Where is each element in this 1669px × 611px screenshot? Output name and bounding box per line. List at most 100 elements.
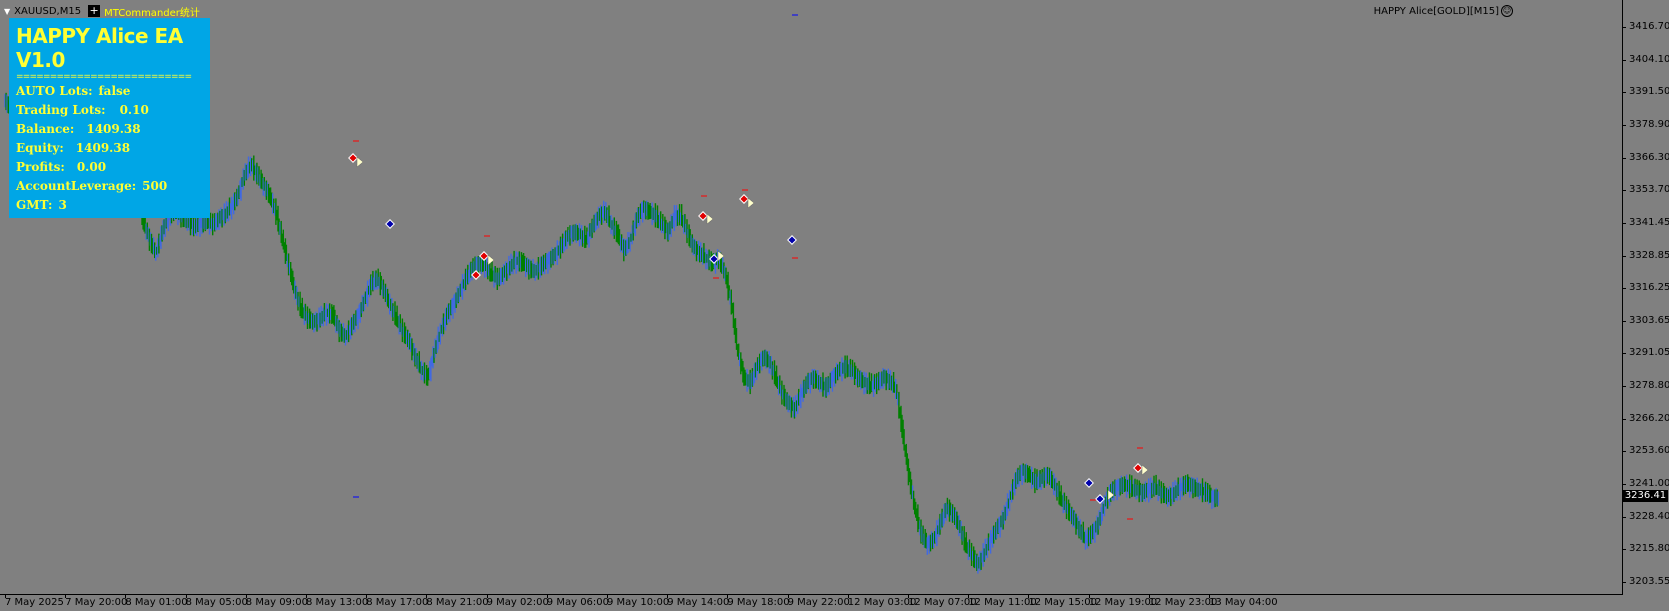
panel-title: HAPPY Alice EA V1.0 [16, 24, 183, 72]
time-tick [486, 594, 488, 598]
time-tick-label: 8 May 21:00 [426, 597, 489, 608]
chart-menu-triangle-icon[interactable]: ▼ [4, 7, 10, 16]
price-tick-label: 3266.20 [1629, 412, 1669, 424]
price-chart[interactable] [0, 0, 1669, 610]
time-tick [607, 594, 608, 598]
price-tick-label: 3328.85 [1629, 249, 1669, 261]
time-tick [1028, 594, 1030, 598]
sell-marker [698, 211, 708, 221]
symbol-timeframe: XAUUSD,M15 [14, 5, 82, 17]
price-tick [1622, 59, 1626, 61]
time-tick-label: 12 May 11:00 [968, 597, 1037, 608]
time-tick [185, 594, 187, 598]
panel-row-account-leverage: AccountLeverage: 500 [16, 179, 168, 193]
price-tick [1622, 549, 1626, 551]
price-tick-label: 3341.45 [1629, 216, 1669, 228]
ea-info-panel: HAPPY Alice EA V1.0 ====================… [9, 18, 210, 218]
price-tick [1622, 157, 1626, 159]
price-tick-label: 3416.70 [1629, 21, 1669, 32]
close-marker [487, 254, 495, 266]
time-tick [546, 594, 548, 598]
time-tick-label: 8 May 13:00 [306, 597, 369, 608]
panel-row-trading-lots: Trading Lots: 0.10 [16, 103, 149, 117]
panel-row-gmt: GMT: 3 [16, 198, 67, 212]
panel-row-equity: Equity: 1409.38 [16, 141, 131, 155]
buy-marker [385, 219, 395, 229]
time-tick [1088, 594, 1090, 598]
price-tick [1622, 320, 1626, 322]
time-tick [667, 594, 669, 598]
time-tick [426, 594, 428, 598]
expert-name: HAPPY Alice[GOLD][M15] [1373, 5, 1499, 17]
time-tick [125, 594, 127, 598]
time-tick-label: 9 May 14:00 [667, 597, 730, 608]
time-tick-label: 8 May 17:00 [366, 597, 429, 608]
price-tick-label: 3316.25 [1629, 282, 1669, 294]
time-tick-label: 12 May 19:00 [1088, 597, 1158, 608]
time-tick-label: 12 May 15:00 [1028, 597, 1097, 608]
time-tick [306, 594, 307, 598]
time-tick [245, 594, 247, 598]
price-tick-label: 3404.10 [1629, 53, 1669, 65]
price-tick [1622, 288, 1626, 290]
time-tick-label: 9 May 18:00 [727, 597, 790, 608]
time-tick [5, 594, 6, 598]
time-tick-label: 8 May 01:00 [125, 597, 188, 608]
time-tick [847, 594, 849, 598]
price-tick-label: 3215.80 [1629, 543, 1669, 555]
time-tick [787, 594, 789, 598]
buy-marker [787, 235, 797, 245]
price-tick-label: 3353.70 [1629, 184, 1669, 196]
chart-header: ▼ XAUUSD,M15 + MTCommander统计 [4, 3, 200, 19]
panel-row-profits: Profits: 0.00 [16, 160, 107, 174]
price-tick [1622, 190, 1626, 192]
commander-label[interactable]: MTCommander统计 [104, 4, 200, 19]
trade-markers [92, 14, 1149, 520]
time-tick-label: 8 May 09:00 [245, 597, 309, 608]
price-tick [1622, 451, 1626, 453]
price-tick-label: 3303.65 [1629, 314, 1669, 326]
close-marker [747, 197, 755, 209]
panel-row-auto-lots: AUTO Lots: false [16, 84, 131, 98]
time-tick [366, 594, 368, 598]
price-tick-label: 3366.30 [1629, 151, 1669, 163]
time-tick-label: 13 May 04:00 [1209, 597, 1278, 608]
price-tick [1622, 386, 1626, 388]
price-tick [1622, 92, 1626, 94]
time-tick [908, 594, 909, 598]
time-tick-label: 7 May 20:00 [65, 597, 128, 608]
time-tick-label: 12 May 23:00 [1148, 597, 1218, 608]
sell-marker [348, 153, 358, 163]
time-tick [727, 594, 729, 598]
candlestick-chart[interactable] [0, 0, 1622, 594]
price-tick [1622, 27, 1626, 28]
panel-row-balance: Balance: 1409.38 [16, 122, 141, 136]
panel-separator: ========================== [16, 72, 192, 82]
price-tick [1622, 124, 1626, 126]
price-tick-label: 3203.55 [1629, 576, 1669, 587]
price-tick [1622, 484, 1626, 486]
price-tick [1622, 418, 1626, 420]
close-marker [356, 156, 364, 168]
current-price-label: 3236.41 [1623, 490, 1668, 503]
time-tick-label: 9 May 02:00 [486, 597, 549, 608]
price-tick [1622, 582, 1626, 583]
close-marker [706, 213, 714, 225]
time-tick [65, 594, 67, 598]
time-tick [1148, 594, 1150, 598]
time-tick-label: 9 May 06:00 [546, 597, 610, 608]
price-tick [1622, 222, 1626, 224]
price-tick-label: 3278.80 [1629, 380, 1669, 392]
time-tick [1209, 594, 1210, 598]
price-tick [1622, 516, 1626, 518]
buy-marker [1084, 478, 1094, 488]
time-tick-label: 9 May 22:00 [787, 597, 850, 608]
smiley-face-icon[interactable]: ☺ [1501, 5, 1513, 17]
add-indicator-plus-icon[interactable]: + [88, 5, 101, 17]
time-tick-label: 12 May 03:00 [847, 597, 917, 608]
price-tick-label: 3241.00 [1629, 478, 1669, 490]
price-tick-label: 3228.40 [1629, 510, 1669, 522]
price-tick-label: 3253.60 [1629, 445, 1669, 457]
time-tick-label: 8 May 05:00 [185, 597, 248, 608]
price-tick-label: 3391.50 [1629, 86, 1669, 98]
